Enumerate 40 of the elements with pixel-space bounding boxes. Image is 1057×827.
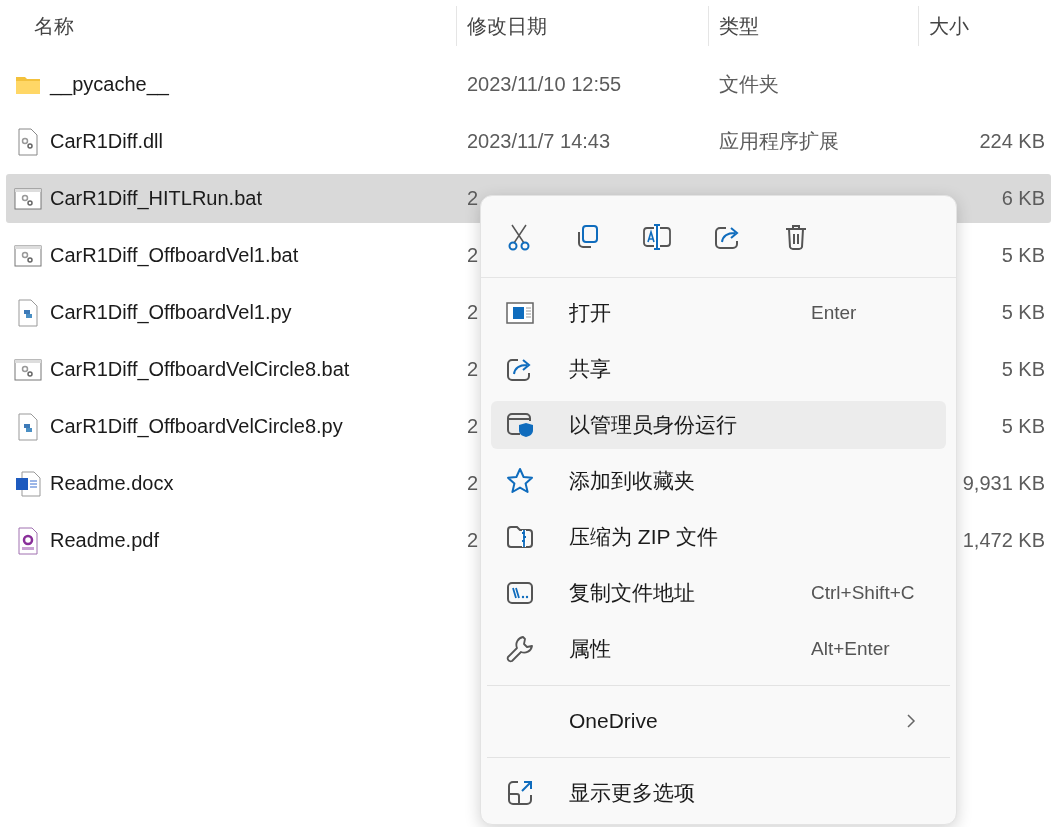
menu-item-label: 共享: [569, 356, 612, 382]
menu-item-label: 打开: [569, 300, 612, 326]
menu-item-label: 复制文件地址: [569, 580, 696, 606]
modified-date: 2: [467, 529, 479, 551]
file-name: Readme.docx: [50, 472, 174, 495]
file-size: 5 KB: [1001, 358, 1045, 380]
menu-item-label: 添加到收藏夹: [569, 468, 696, 494]
file-name: CarR1Diff_OffboardVel1.bat: [50, 244, 299, 267]
file-size: 5 KB: [1001, 244, 1045, 266]
file-name: __pycache__: [50, 73, 169, 96]
file-name: Readme.pdf: [50, 529, 159, 552]
menu-item-label: 压缩为 ZIP 文件: [569, 524, 719, 550]
file-type: 文件夹: [719, 73, 779, 95]
file-size: 6 KB: [1001, 187, 1045, 209]
modified-date: 2: [467, 244, 479, 266]
file-name: CarR1Diff_HITLRun.bat: [50, 187, 262, 210]
file-type: 应用程序扩展: [719, 130, 839, 152]
file-name: CarR1Diff.dll: [50, 130, 163, 153]
file-name: CarR1Diff_OffboardVelCircle8.py: [50, 415, 343, 438]
modified-date: 2: [467, 301, 479, 323]
menu-item-label: 以管理员身份运行: [569, 412, 738, 438]
file-size: 9,931 KB: [962, 472, 1045, 494]
modified-date: 2023/11/10 12:55: [467, 73, 622, 95]
file-size: 5 KB: [1001, 301, 1045, 323]
modified-date: 2: [467, 187, 479, 209]
modified-date: 2: [467, 415, 479, 437]
file-size: 1,472 KB: [962, 529, 1045, 551]
menu-item-label: 属性: [569, 636, 612, 662]
file-name: CarR1Diff_OffboardVel1.py: [50, 301, 292, 324]
file-size: 224 KB: [979, 130, 1045, 152]
file-name: CarR1Diff_OffboardVelCircle8.bat: [50, 358, 350, 381]
menu-item-label: OneDrive: [569, 709, 659, 733]
shortcut-text: Ctrl+Shift+C: [811, 582, 916, 604]
shortcut-text: Enter: [811, 302, 858, 324]
menu-item-label: 显示更多选项: [569, 780, 696, 806]
modified-date: 2: [467, 358, 479, 380]
file-size: 5 KB: [1001, 415, 1045, 437]
modified-date: 2023/11/7 14:43: [467, 130, 611, 152]
shortcut-text: Alt+Enter: [811, 638, 891, 660]
modified-date: 2: [467, 472, 479, 494]
